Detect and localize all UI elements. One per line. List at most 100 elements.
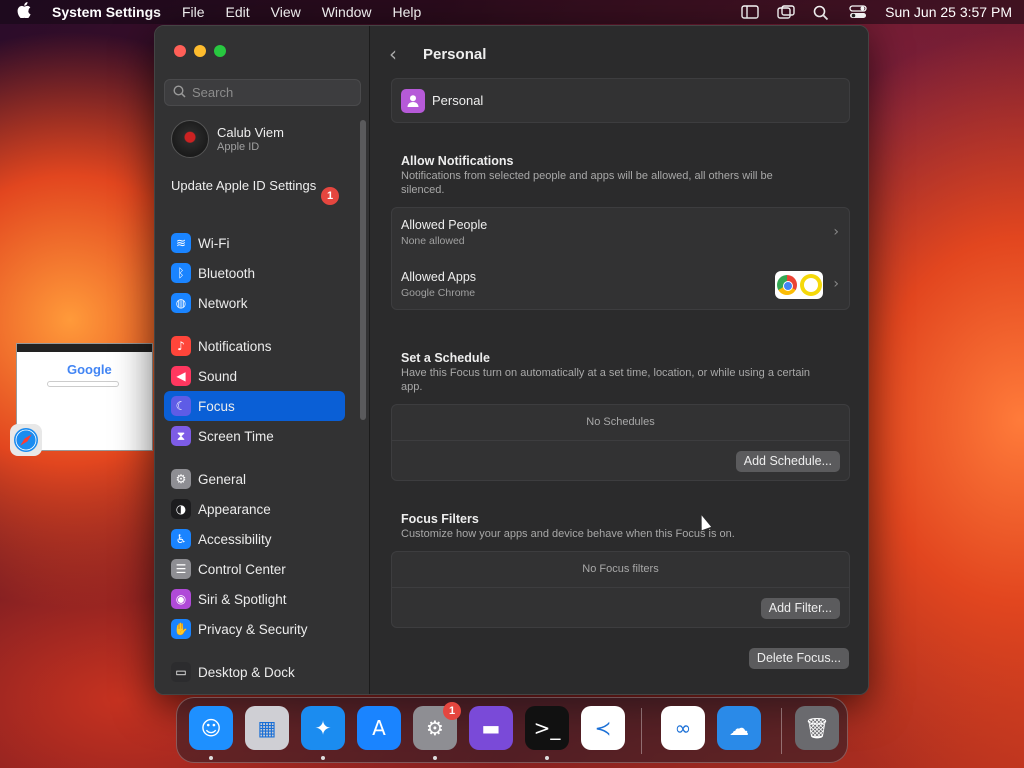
visual-studio-icon[interactable]: ∞ bbox=[661, 706, 705, 750]
vscode-icon[interactable]: ≺ bbox=[581, 706, 625, 750]
sidebar-item-desktop-dock[interactable]: ▭ Desktop & Dock bbox=[164, 657, 345, 687]
trash-glyph: 🗑 bbox=[804, 716, 830, 740]
sidebar-item-label: Screen Time bbox=[198, 428, 274, 444]
allowed-people-value: None allowed bbox=[401, 235, 465, 247]
menu-edit[interactable]: Edit bbox=[226, 4, 250, 20]
bell-icon: ♪ bbox=[171, 336, 191, 356]
allow-notifications-desc: Notifications from selected people and a… bbox=[401, 170, 773, 196]
sidebar-item-screen-time[interactable]: ⧗ Screen Time bbox=[164, 421, 345, 451]
apple-id-account[interactable]: Calub Viem Apple ID bbox=[171, 120, 284, 158]
sidebar-item-wi-fi[interactable]: ≋ Wi-Fi bbox=[164, 228, 345, 258]
trash-icon[interactable]: 🗑 bbox=[795, 706, 839, 750]
sidebar-toggle-icon[interactable] bbox=[741, 5, 759, 19]
sidebar-item-siri-spotlight[interactable]: ◉ Siri & Spotlight bbox=[164, 584, 345, 614]
menu-view[interactable]: View bbox=[271, 4, 301, 20]
sidebar-item-notifications[interactable]: ♪ Notifications bbox=[164, 331, 345, 361]
account-name: Calub Viem bbox=[217, 125, 284, 140]
sidebar-item-label: Control Center bbox=[198, 561, 286, 577]
close-window-button[interactable] bbox=[174, 45, 186, 57]
running-indicator bbox=[433, 756, 437, 760]
terminal-icon[interactable]: >_ bbox=[525, 706, 569, 750]
allowed-app-icons bbox=[775, 271, 823, 299]
allow-notifications-title: Allow Notifications bbox=[401, 154, 514, 168]
sidebar-item-network[interactable]: ◍ Network bbox=[164, 288, 345, 318]
hand-icon: ✋ bbox=[171, 619, 191, 639]
search-icon bbox=[173, 84, 186, 101]
terminal-glyph: >_ bbox=[533, 716, 561, 740]
sidebar-search[interactable] bbox=[164, 79, 361, 106]
launchpad-icon[interactable]: ▦ bbox=[245, 706, 289, 750]
menu-bar: System Settings File Edit View Window He… bbox=[0, 0, 1024, 24]
sidebar-item-label: Wi-Fi bbox=[198, 235, 230, 251]
page-title: Personal bbox=[423, 45, 487, 63]
sidebar-item-focus[interactable]: ☾ Focus bbox=[164, 391, 345, 421]
sidebar-item-sound[interactable]: ◀ Sound bbox=[164, 361, 345, 391]
running-indicator bbox=[321, 756, 325, 760]
update-badge: 1 bbox=[321, 187, 339, 205]
accessibility-icon: ♿ bbox=[171, 529, 191, 549]
sidebar-item-control-center[interactable]: ☰ Control Center bbox=[164, 554, 345, 584]
allowed-apps-row[interactable]: Allowed Apps Google Chrome › bbox=[392, 260, 849, 310]
google-logo: Google bbox=[67, 362, 112, 377]
focus-filters-card: No Focus filters Add Filter... bbox=[391, 551, 850, 628]
system-settings-glyph: ⚙ bbox=[426, 716, 444, 740]
minimize-window-button[interactable] bbox=[194, 45, 206, 57]
globe-icon: ◍ bbox=[171, 293, 191, 313]
dock-separator bbox=[641, 708, 642, 754]
sidebar-item-label: Notifications bbox=[198, 338, 272, 354]
speaker-icon: ◀ bbox=[171, 366, 191, 386]
weather-icon[interactable]: ☁ bbox=[717, 706, 761, 750]
avatar bbox=[171, 120, 209, 158]
finder-icon[interactable]: ☺ bbox=[189, 706, 233, 750]
menu-file[interactable]: File bbox=[182, 4, 205, 20]
visual-studio-glyph: ∞ bbox=[674, 716, 692, 740]
sidebar-item-label: Bluetooth bbox=[198, 265, 256, 281]
back-chevron-icon[interactable]: ‹ bbox=[389, 42, 409, 66]
podcasts-icon[interactable]: ▬ bbox=[469, 706, 513, 750]
menu-help[interactable]: Help bbox=[393, 4, 422, 20]
add-schedule-button[interactable]: Add Schedule... bbox=[735, 451, 840, 472]
person-icon bbox=[401, 88, 425, 113]
app-store-icon[interactable]: A bbox=[357, 706, 401, 750]
sidebar-item-privacy-security[interactable]: ✋ Privacy & Security bbox=[164, 614, 345, 644]
bluetooth-icon: ᛒ bbox=[171, 263, 191, 283]
sidebar-item-appearance[interactable]: ◑ Appearance bbox=[164, 494, 345, 524]
safari-icon[interactable]: ✦ bbox=[301, 706, 345, 750]
menu-window[interactable]: Window bbox=[322, 4, 372, 20]
main-pane: ‹ Personal Personal Allow Notifications … bbox=[371, 26, 868, 694]
running-indicator bbox=[545, 756, 549, 760]
focus-name-label: Personal bbox=[432, 93, 484, 108]
weather-glyph: ☁ bbox=[729, 716, 749, 740]
safari-badge-icon bbox=[10, 424, 42, 456]
update-apple-id-settings[interactable]: Update Apple ID Settings bbox=[171, 178, 341, 194]
moon-icon: ☾ bbox=[171, 396, 191, 416]
menubar-clock[interactable]: Sun Jun 25 3:57 PM bbox=[885, 4, 1012, 20]
sidebar-item-accessibility[interactable]: ♿ Accessibility bbox=[164, 524, 345, 554]
focus-name-card[interactable]: Personal bbox=[391, 78, 850, 123]
sidebar-item-general[interactable]: ⚙ General bbox=[164, 464, 345, 494]
thumbnail-titlebar bbox=[17, 344, 152, 352]
spotlight-search-icon[interactable] bbox=[813, 5, 831, 21]
schedule-desc: Have this Focus turn on automatically at… bbox=[401, 367, 811, 393]
dock: ☺ ▦ ✦ A ⚙ 1 ▬ >_ ≺ ∞ ☁ 🗑 bbox=[176, 697, 848, 763]
sidebar-item-label: Siri & Spotlight bbox=[198, 591, 287, 607]
dock-notification-badge: 1 bbox=[443, 702, 461, 720]
allowed-people-row[interactable]: Allowed People None allowed › bbox=[392, 208, 849, 258]
sidebar-item-bluetooth[interactable]: ᛒ Bluetooth bbox=[164, 258, 345, 288]
schedule-card: No Schedules Add Schedule... bbox=[391, 404, 850, 481]
zoom-window-button[interactable] bbox=[214, 45, 226, 57]
control-center-icon[interactable] bbox=[849, 5, 867, 19]
search-input[interactable] bbox=[192, 85, 352, 100]
sidebar-scrollbar[interactable] bbox=[360, 120, 366, 420]
chrome-icon bbox=[776, 275, 797, 295]
apple-menu-icon[interactable] bbox=[12, 2, 36, 22]
wifi-icon: ≋ bbox=[171, 233, 191, 253]
add-filter-button[interactable]: Add Filter... bbox=[760, 598, 840, 619]
screen-mirroring-icon[interactable] bbox=[777, 5, 795, 19]
delete-focus-button[interactable]: Delete Focus... bbox=[748, 648, 849, 669]
sidebar-item-label: Privacy & Security bbox=[198, 621, 308, 637]
finder-glyph: ☺ bbox=[200, 716, 222, 740]
divider bbox=[392, 440, 849, 441]
system-settings-window: Calub Viem Apple ID Update Apple ID Sett… bbox=[154, 25, 869, 695]
app-menu-system-settings[interactable]: System Settings bbox=[52, 4, 161, 20]
